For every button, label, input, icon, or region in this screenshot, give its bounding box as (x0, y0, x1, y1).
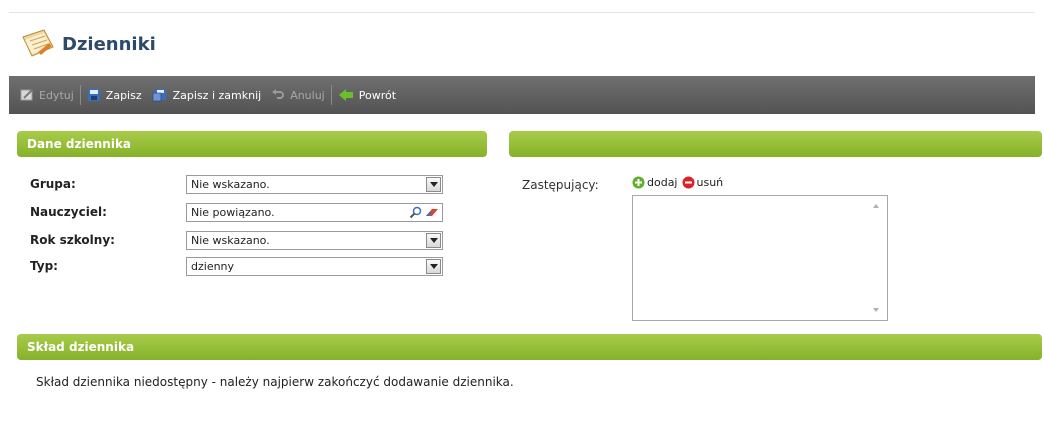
add-zastepujacy-button[interactable]: dodaj (632, 176, 678, 189)
rok-szkolny-select-value: Nie wskazano. (191, 234, 270, 247)
back-arrow-icon (338, 89, 353, 101)
scroll-up-icon[interactable] (873, 204, 879, 208)
dane-dziennika-header: Dane dziennika (17, 131, 487, 157)
journal-icon (22, 29, 54, 57)
sklad-dziennika-header: Skład dziennika (17, 334, 1042, 360)
rok-szkolny-label: Rok szkolny: (30, 233, 115, 247)
chevron-down-icon[interactable] (426, 259, 441, 274)
sklad-dziennika-message: Skład dziennika niedostępny - należy naj… (36, 375, 514, 389)
toolbar-separator (79, 85, 81, 105)
page-title: Dzienniki (62, 33, 156, 55)
cancel-button-label: Anuluj (290, 88, 325, 102)
chevron-down-icon[interactable] (426, 177, 441, 192)
grupa-label: Grupa: (30, 177, 76, 191)
right-panel-header (509, 131, 1042, 157)
edit-button-label: Edytuj (39, 88, 74, 102)
zastepujacy-list[interactable] (632, 195, 888, 321)
search-icon[interactable] (409, 206, 422, 219)
scroll-down-icon[interactable] (873, 308, 879, 312)
toolbar: Edytuj Zapisz Zapisz i zamknij Anuluj Po… (9, 76, 1035, 114)
sklad-dziennika-title: Skład dziennika (27, 340, 135, 354)
toolbar-separator (330, 85, 332, 105)
nauczyciel-field[interactable]: Nie powiązano. (186, 203, 443, 222)
edit-button[interactable]: Edytuj (15, 76, 79, 114)
save-icon (87, 89, 100, 101)
add-zastepujacy-label: dodaj (647, 176, 678, 189)
edit-icon (20, 89, 33, 101)
typ-select[interactable]: dzienny (186, 257, 443, 276)
back-button-label: Powrót (358, 88, 397, 102)
add-icon (632, 176, 645, 189)
save-button[interactable]: Zapisz (82, 76, 147, 114)
chevron-down-icon[interactable] (426, 233, 441, 248)
remove-icon (682, 176, 694, 189)
typ-select-value: dzienny (191, 260, 235, 273)
nauczyciel-label: Nauczyciel: (30, 205, 107, 219)
eraser-icon[interactable] (425, 206, 439, 219)
save-button-label: Zapisz (105, 88, 142, 102)
nauczyciel-field-value: Nie powiązano. (191, 206, 275, 219)
rok-szkolny-select[interactable]: Nie wskazano. (186, 231, 443, 250)
save-close-icon (152, 89, 166, 102)
dane-dziennika-title: Dane dziennika (27, 137, 132, 151)
remove-zastepujacy-button[interactable]: usuń (682, 176, 724, 189)
zastepujacy-label: Zastępujący: (522, 178, 599, 192)
zastepujacy-actions: dodaj usuń (632, 176, 727, 189)
typ-label: Typ: (30, 259, 58, 273)
back-button[interactable]: Powrót (333, 76, 401, 114)
save-close-button-label: Zapisz i zamknij (172, 88, 262, 102)
page-header: Dzienniki (20, 26, 156, 62)
undo-icon (272, 89, 285, 99)
grupa-select[interactable]: Nie wskazano. (186, 175, 443, 194)
top-divider (9, 12, 1035, 13)
grupa-select-value: Nie wskazano. (191, 178, 270, 191)
save-close-button[interactable]: Zapisz i zamknij (147, 76, 267, 114)
cancel-button[interactable]: Anuluj (266, 76, 330, 114)
remove-zastepujacy-label: usuń (696, 176, 724, 189)
